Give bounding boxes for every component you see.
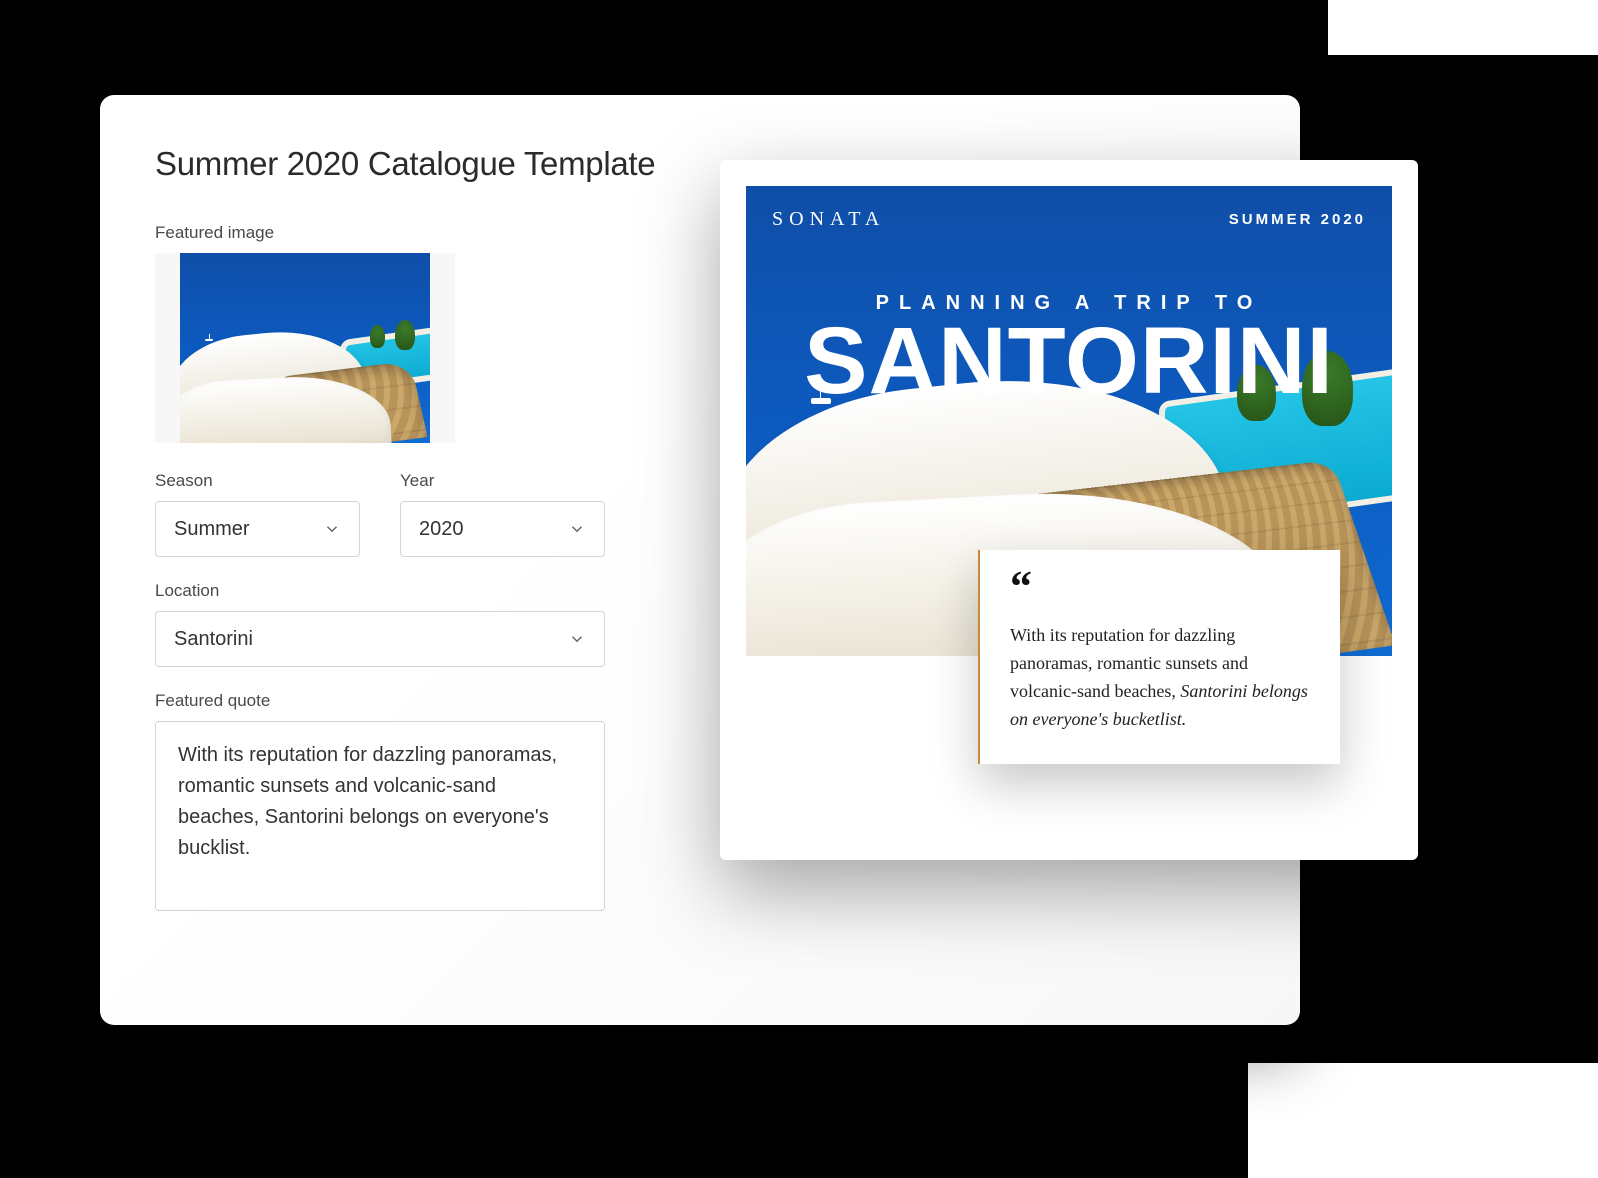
- preview-quote-text: With its reputation for dazzling panoram…: [1010, 622, 1310, 734]
- location-select[interactable]: Santorini: [155, 611, 605, 667]
- featured-quote-textarea[interactable]: [155, 721, 605, 911]
- year-select[interactable]: 2020: [400, 501, 605, 557]
- preview-brand: SONATA: [772, 208, 885, 231]
- location-label: Location: [155, 581, 605, 601]
- chevron-down-icon: [568, 630, 586, 648]
- chevron-down-icon: [568, 520, 586, 538]
- featured-image-label: Featured image: [155, 223, 605, 243]
- featured-image-picker[interactable]: [155, 253, 455, 443]
- season-select[interactable]: Summer: [155, 501, 360, 557]
- season-value: Summer: [174, 518, 250, 541]
- quote-icon: “: [1010, 576, 1310, 598]
- preview-season-tag: SUMMER 2020: [1229, 211, 1366, 228]
- location-value: Santorini: [174, 628, 253, 651]
- featured-quote-label: Featured quote: [155, 691, 605, 711]
- year-label: Year: [400, 471, 605, 491]
- preview-quote-card: “ With its reputation for dazzling panor…: [978, 550, 1340, 764]
- season-label: Season: [155, 471, 360, 491]
- preview-headline: SANTORINI: [746, 314, 1392, 409]
- year-value: 2020: [419, 518, 464, 541]
- template-preview-card: SONATA SUMMER 2020 PLANNING A TRIP TO SA…: [720, 160, 1418, 860]
- form-column: Featured image Season Summer: [155, 223, 605, 916]
- chevron-down-icon: [323, 520, 341, 538]
- decorative-white-top-right: [1328, 0, 1598, 55]
- decorative-white-bottom-right: [1248, 1063, 1598, 1178]
- featured-image-thumbnail: [180, 253, 430, 443]
